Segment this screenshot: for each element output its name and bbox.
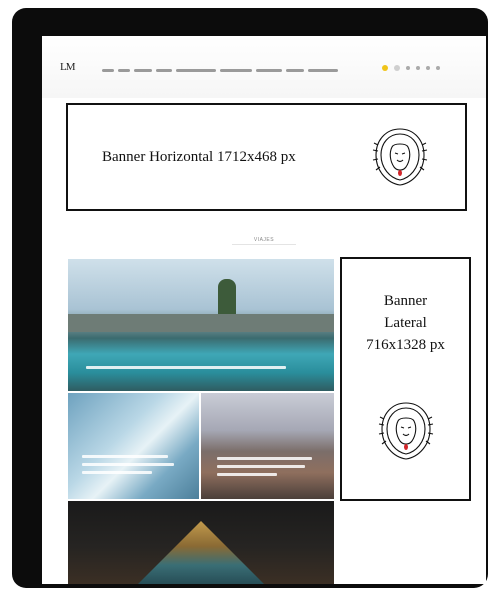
article-title-line (82, 455, 168, 458)
banner-lateral-line3: 716x1328 px (366, 337, 445, 353)
header-icons (382, 65, 440, 71)
banner-horizontal[interactable]: Banner Horizontal 1712x468 px (66, 103, 467, 211)
article-title-line (82, 463, 174, 466)
nav-item[interactable] (176, 69, 216, 72)
lion-logo-icon (378, 402, 434, 460)
facade-shape (138, 521, 264, 584)
article-card-mosaic[interactable] (68, 393, 199, 499)
nav-item[interactable] (118, 69, 130, 72)
building-row (68, 314, 334, 332)
banner-lateral-line1: Banner (383, 293, 428, 309)
browser-screen: LM Banner Horizontal 1712x468 px VIAJES … (42, 36, 486, 584)
nav-item[interactable] (156, 69, 172, 72)
social-icon[interactable] (416, 66, 420, 70)
nav-item[interactable] (286, 69, 304, 72)
article-card-building[interactable] (68, 501, 334, 584)
nav-item[interactable] (256, 69, 282, 72)
social-icon[interactable] (394, 65, 400, 71)
nav-item[interactable] (102, 69, 114, 72)
article-title-line (217, 457, 312, 460)
search-icon[interactable] (426, 66, 430, 70)
main-nav (102, 69, 338, 72)
menu-icon[interactable] (436, 66, 440, 70)
article-card-city[interactable] (201, 393, 334, 499)
lion-logo-icon (372, 128, 428, 186)
article-card-hotel-pool[interactable] (68, 259, 334, 391)
nav-item[interactable] (308, 69, 338, 72)
article-title-line (217, 465, 305, 468)
site-logo[interactable]: LM (60, 61, 75, 73)
device-frame: LM Banner Horizontal 1712x468 px VIAJES … (12, 8, 488, 588)
social-icon[interactable] (406, 66, 410, 70)
social-icon[interactable] (382, 65, 388, 71)
nav-item[interactable] (134, 69, 152, 72)
nav-item[interactable] (220, 69, 252, 72)
banner-horizontal-label: Banner Horizontal 1712x468 px (102, 149, 296, 165)
banner-lateral-line2: Lateral (384, 315, 427, 331)
article-title-line (82, 471, 152, 474)
article-title-line (86, 366, 286, 369)
section-label: VIAJES (253, 237, 275, 243)
banner-lateral[interactable]: Banner Lateral 716x1328 px (340, 257, 471, 501)
tree-shape (218, 279, 236, 319)
section-divider (232, 244, 296, 245)
article-title-line (217, 473, 277, 476)
site-header: LM (42, 36, 486, 98)
